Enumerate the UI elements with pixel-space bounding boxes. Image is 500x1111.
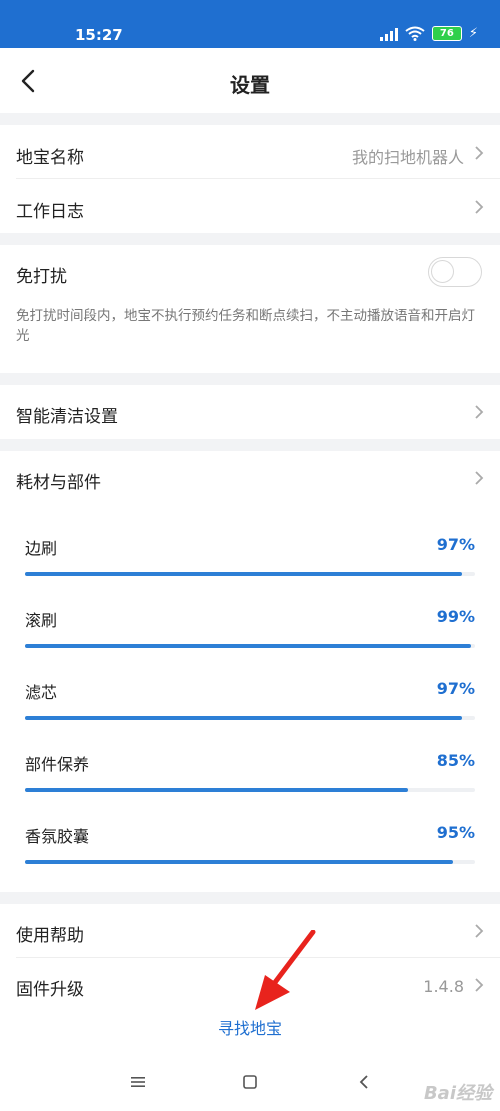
device-name-label: 地宝名称 (16, 148, 84, 168)
part-name: 滚刷 (25, 611, 58, 630)
firmware-label: 固件升级 (16, 980, 84, 1000)
part-item: 滤芯 97% (0, 679, 500, 751)
nav-back-button[interactable] (352, 1070, 376, 1094)
chevron-right-icon (475, 471, 484, 485)
dnd-toggle-knob (431, 260, 454, 283)
part-progress-track (25, 572, 475, 576)
find-robot-button[interactable]: 寻找地宝 (0, 1015, 500, 1039)
part-item: 香氛胶囊 95% (0, 823, 500, 895)
help-label: 使用帮助 (16, 926, 84, 946)
system-nav-bar: Bai经验 (0, 1052, 500, 1111)
dnd-label: 免打扰 (16, 267, 67, 287)
consumables-label: 耗材与部件 (16, 473, 101, 493)
part-item: 部件保养 85% (0, 751, 500, 823)
chevron-right-icon (475, 405, 484, 419)
part-progress-fill (25, 572, 462, 576)
part-name: 边刷 (25, 539, 58, 558)
home-button[interactable] (238, 1070, 262, 1094)
section-gap (0, 113, 500, 125)
part-name: 滤芯 (25, 683, 58, 702)
firmware-version: 1.4.8 (423, 977, 464, 996)
wifi-icon (405, 26, 425, 41)
part-item: 滚刷 99% (0, 607, 500, 679)
chevron-right-icon (475, 924, 484, 938)
back-icon (359, 1075, 368, 1089)
status-icons: 76 ⚡ (379, 26, 478, 41)
smart-clean-row[interactable]: 智能清洁设置 (0, 385, 500, 439)
part-percent: 97% (436, 535, 475, 554)
part-percent: 95% (436, 823, 475, 842)
part-percent: 97% (436, 679, 475, 698)
dnd-toggle[interactable] (428, 257, 482, 287)
work-log-row[interactable]: 工作日志 (0, 179, 500, 233)
charging-icon: ⚡ (468, 26, 478, 41)
section-gap (0, 233, 500, 245)
device-name-row[interactable]: 地宝名称 我的扫地机器人 (0, 125, 500, 179)
menu-button[interactable] (126, 1070, 150, 1094)
chevron-right-icon (475, 146, 484, 160)
part-percent: 99% (436, 607, 475, 626)
menu-icon (131, 1077, 145, 1087)
dnd-description: 免打扰时间段内，地宝不执行预约任务和断点续扫，不主动播放语音和开启灯光 (16, 308, 475, 344)
section-gap (0, 892, 500, 904)
part-progress-track (25, 644, 475, 648)
home-icon (243, 1075, 257, 1089)
smart-clean-label: 智能清洁设置 (16, 407, 118, 427)
part-progress-fill (25, 860, 453, 864)
part-name: 香氛胶囊 (25, 827, 90, 846)
part-progress-fill (25, 716, 462, 720)
chevron-right-icon (475, 200, 484, 214)
page-title: 设置 (230, 73, 270, 97)
device-name-value: 我的扫地机器人 (351, 148, 464, 167)
section-gap (0, 439, 500, 451)
section-gap (0, 373, 500, 385)
status-bar: 15:27 76 ⚡ (0, 0, 500, 48)
battery-level: 76 (439, 28, 454, 39)
header: 设置 (0, 48, 500, 113)
annotation-arrow-icon (255, 930, 316, 1010)
battery-icon: 76 (431, 26, 462, 41)
part-progress-fill (25, 788, 408, 792)
chevron-right-icon (475, 978, 484, 992)
do-not-disturb-section: 免打扰 免打扰时间段内，地宝不执行预约任务和断点续扫，不主动播放语音和开启灯光 (0, 245, 500, 373)
part-progress-track (25, 860, 475, 864)
work-log-label: 工作日志 (16, 202, 84, 222)
consumables-row[interactable]: 耗材与部件 (0, 451, 500, 511)
part-name: 部件保养 (25, 755, 90, 774)
status-time: 15:27 (75, 26, 123, 44)
part-progress-track (25, 788, 475, 792)
part-progress-fill (25, 644, 471, 648)
signal-icon (379, 27, 398, 41)
part-item: 边刷 97% (0, 535, 500, 607)
part-percent: 85% (436, 751, 475, 770)
part-progress-track (25, 716, 475, 720)
watermark: Bai经验 (423, 1083, 492, 1104)
